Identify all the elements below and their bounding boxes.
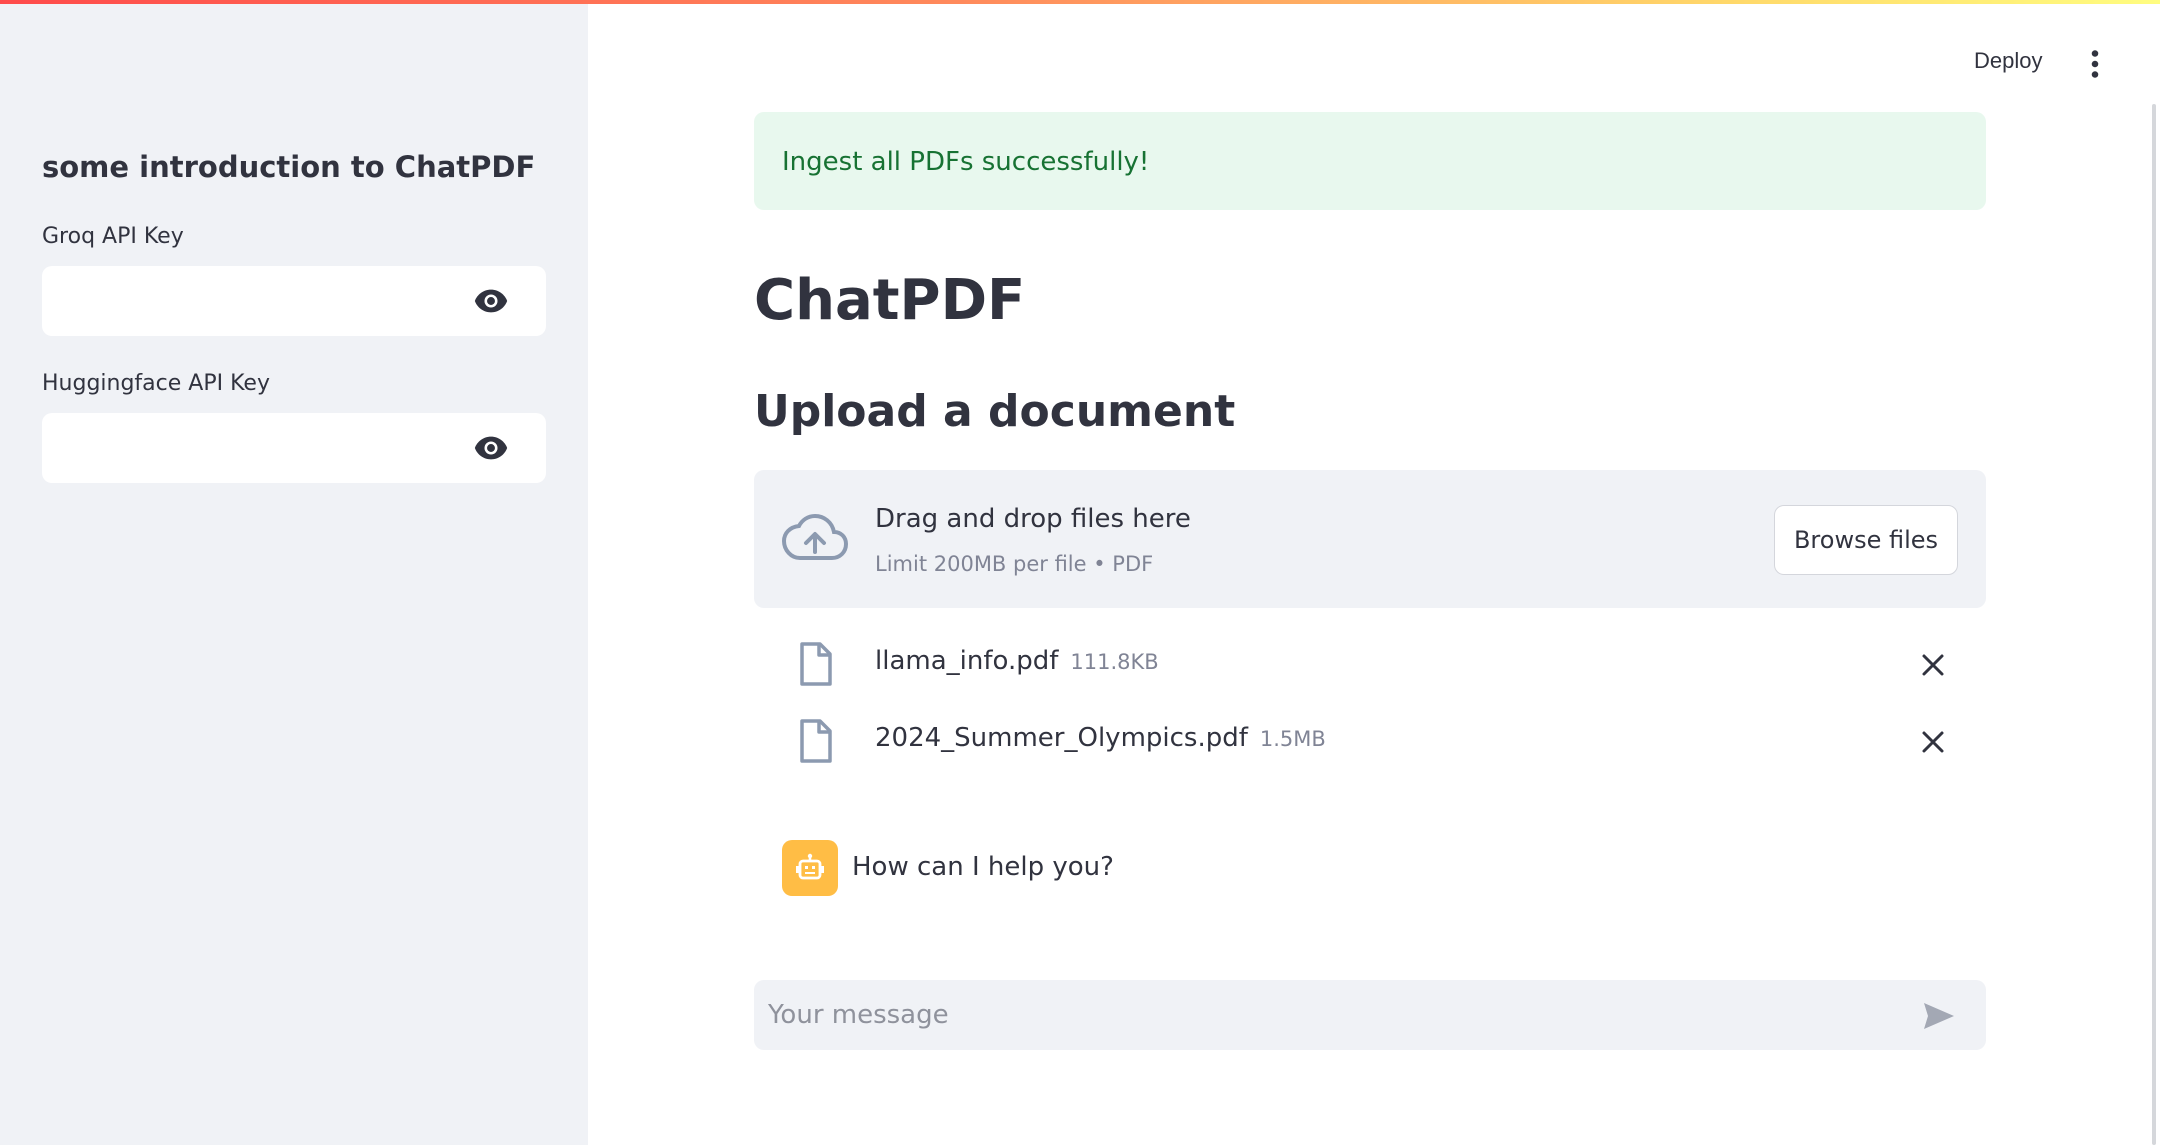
dropzone-title: Drag and drop files here (875, 504, 1191, 534)
sidebar-title: some introduction to ChatPDF (42, 150, 536, 184)
kebab-menu-icon[interactable] (2088, 50, 2102, 78)
section-heading: Upload a document (754, 386, 1236, 437)
browse-files-button[interactable]: Browse files (1774, 505, 1958, 575)
file-name: llama_info.pdf 111.8KB (875, 646, 1159, 676)
assistant-avatar (782, 840, 838, 896)
chat-input[interactable] (768, 990, 1888, 1040)
file-name: 2024_Summer_Olympics.pdf 1.5MB (875, 723, 1326, 753)
page-title: ChatPDF (754, 268, 1026, 333)
file-name-text: llama_info.pdf (875, 646, 1059, 676)
sidebar: some introduction to ChatPDF Groq API Ke… (0, 0, 588, 1145)
close-icon[interactable] (1920, 652, 1946, 678)
chat-input-container (754, 980, 1986, 1050)
groq-api-key-input[interactable] (42, 266, 546, 336)
success-message: Ingest all PDFs successfully! (782, 147, 1150, 177)
file-dropzone[interactable]: Drag and drop files here Limit 200MB per… (754, 470, 1986, 608)
groq-api-key-label: Groq API Key (42, 224, 184, 249)
main-content: Deploy Ingest all PDFs successfully! Cha… (588, 0, 2160, 1145)
uploaded-file-row: llama_info.pdf 111.8KB (754, 638, 1986, 698)
deploy-button[interactable]: Deploy (1974, 48, 2042, 74)
eye-icon[interactable] (474, 288, 508, 314)
file-name-text: 2024_Summer_Olympics.pdf (875, 723, 1248, 753)
robot-icon (796, 853, 824, 880)
assistant-message: How can I help you? (852, 852, 1114, 882)
uploaded-file-row: 2024_Summer_Olympics.pdf 1.5MB (754, 715, 1986, 775)
huggingface-api-key-input[interactable] (42, 413, 546, 483)
scrollbar[interactable] (2152, 104, 2156, 1145)
success-alert: Ingest all PDFs successfully! (754, 112, 1986, 210)
file-size: 111.8KB (1070, 650, 1159, 674)
file-icon (800, 642, 832, 686)
eye-icon[interactable] (474, 435, 508, 461)
close-icon[interactable] (1920, 729, 1946, 755)
dropzone-limit: Limit 200MB per file • PDF (875, 552, 1154, 576)
send-icon[interactable] (1922, 1001, 1956, 1031)
top-decoration-bar (0, 0, 2160, 4)
file-icon (800, 719, 832, 763)
huggingface-api-key-label: Huggingface API Key (42, 371, 270, 396)
file-size: 1.5MB (1259, 727, 1326, 751)
cloud-upload-icon (782, 513, 848, 560)
